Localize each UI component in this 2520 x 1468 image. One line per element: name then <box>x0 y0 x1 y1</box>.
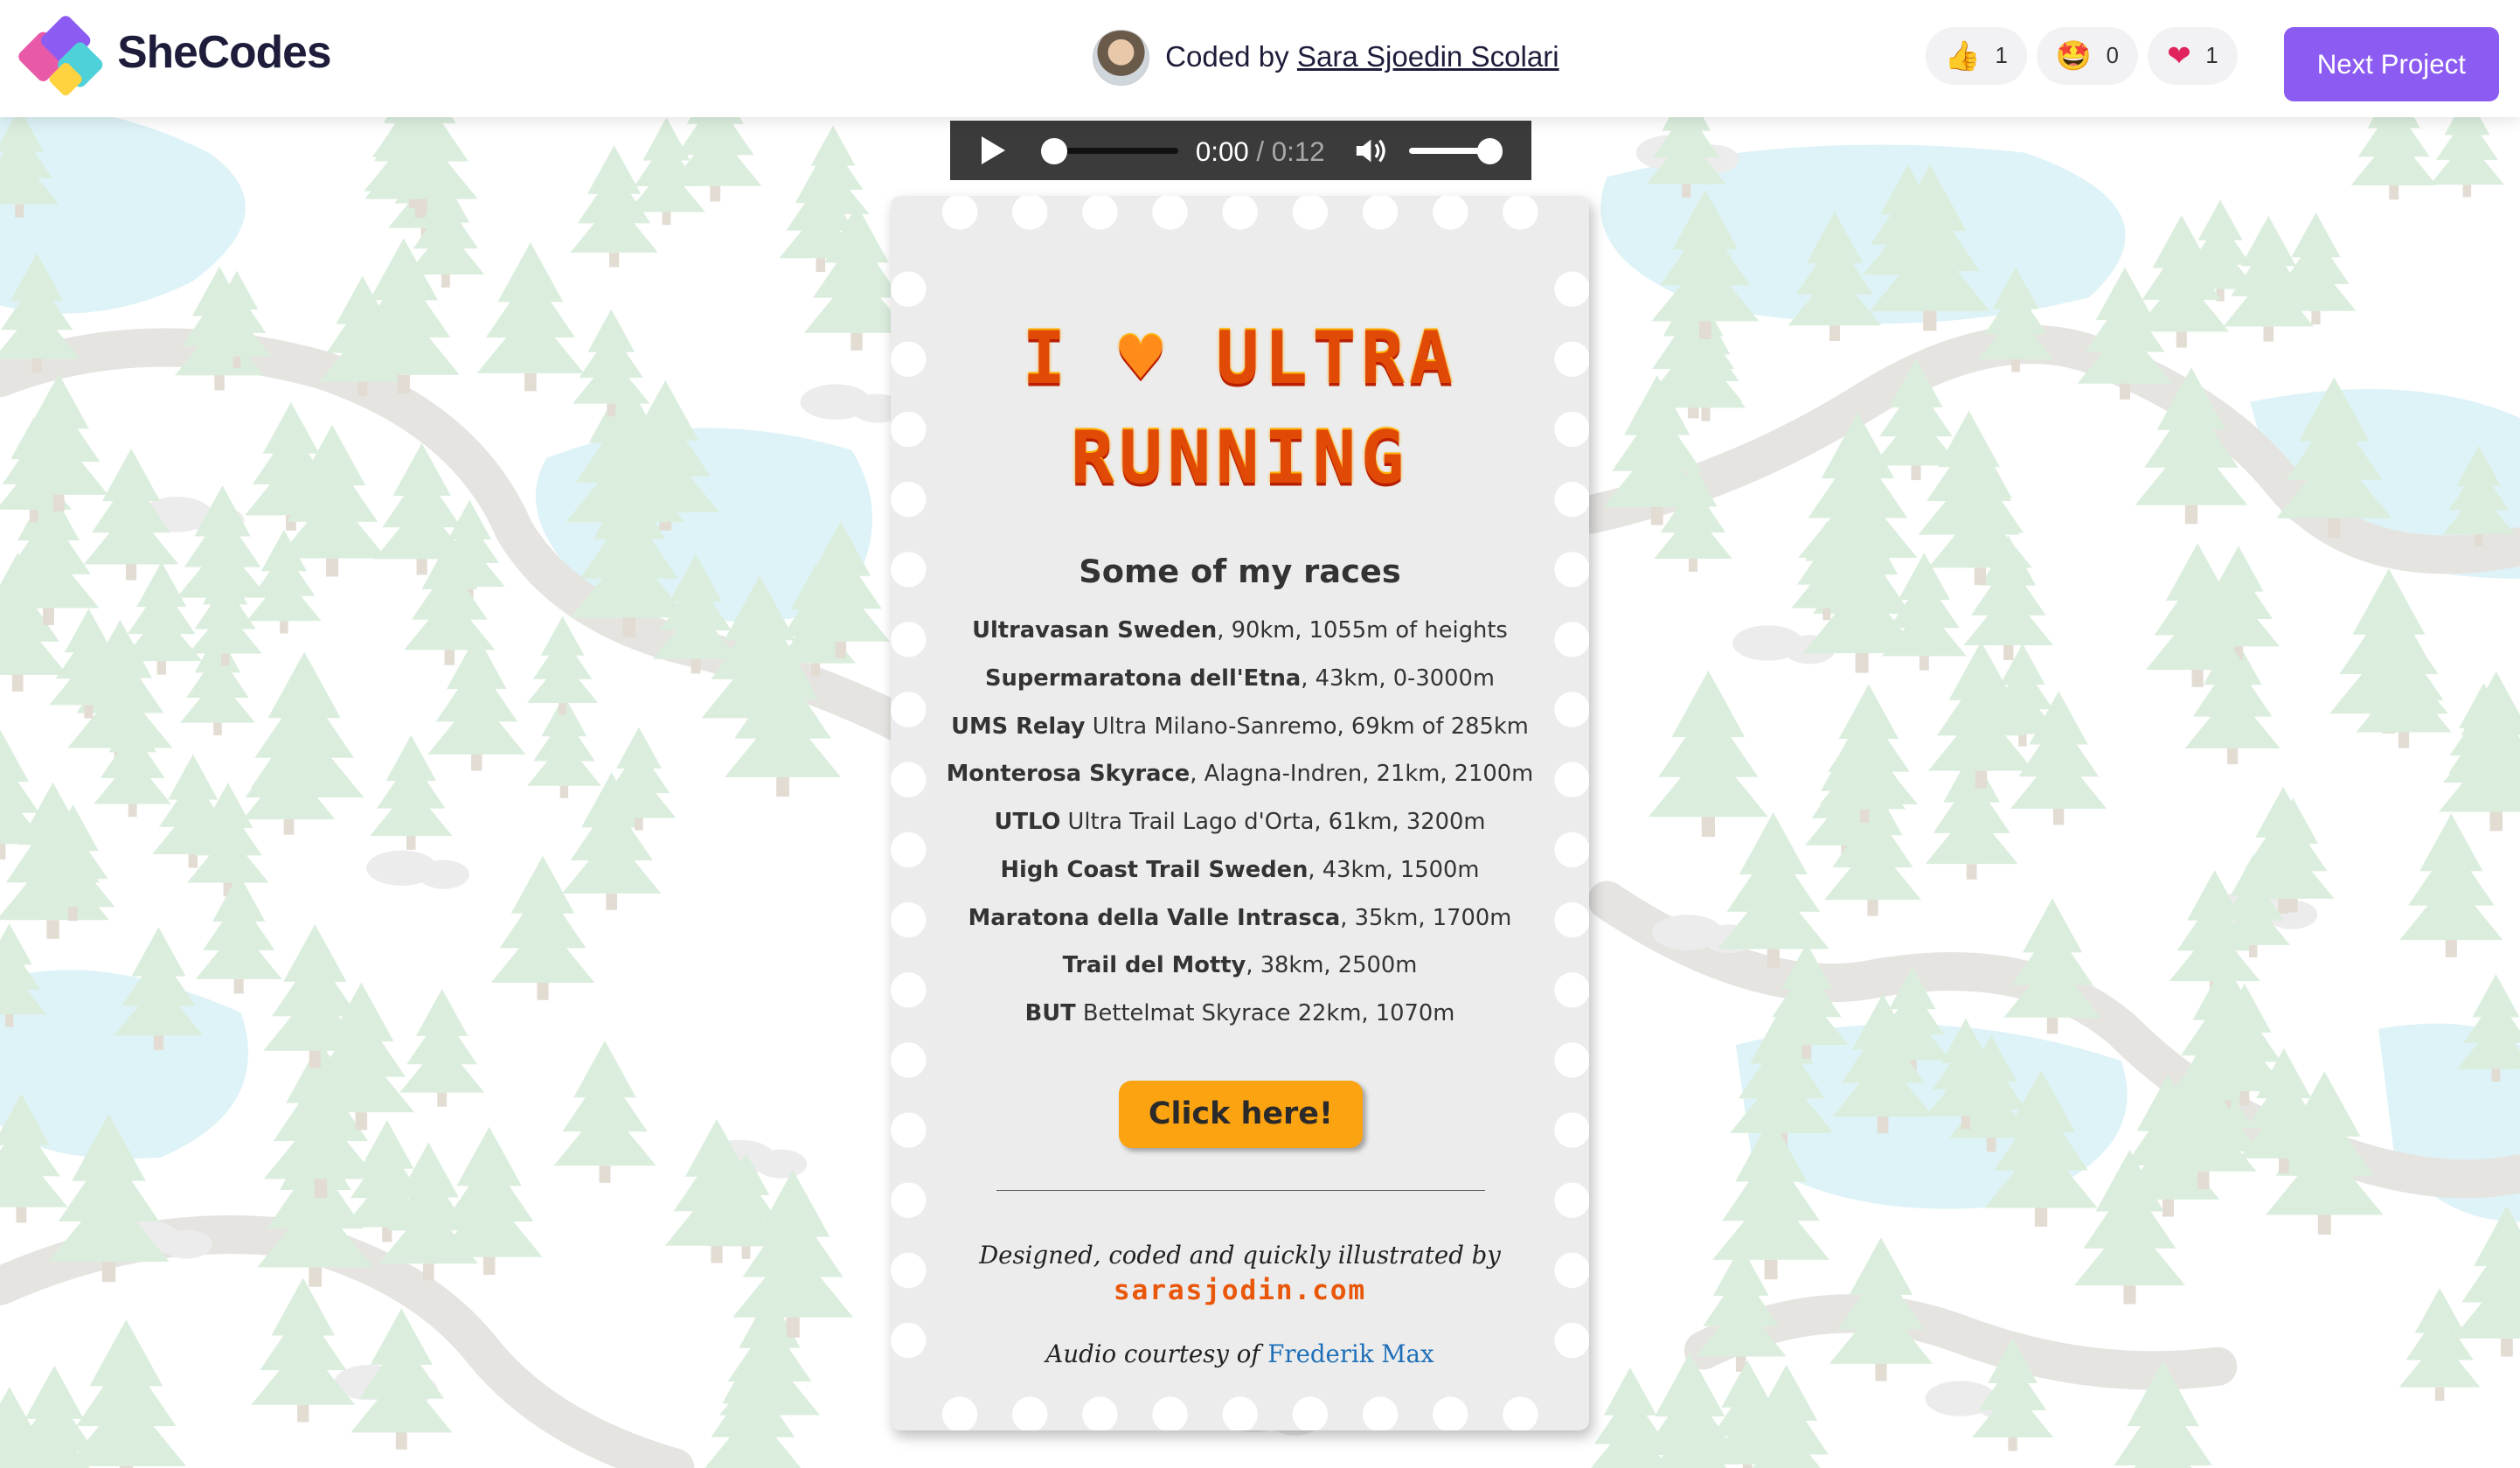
perforation-hole <box>890 1182 927 1219</box>
list-item: High Coast Trail Sweden, 43km, 1500m <box>1000 856 1480 883</box>
title-ultra: ULTRA <box>1215 315 1458 400</box>
credit-text: Designed, coded and quickly illustrated … <box>979 1241 1501 1270</box>
coded-by: Coded by Sara Sjoedin Scolari <box>1093 29 1559 87</box>
heart-icon: ♥ <box>1119 315 1168 400</box>
author-link[interactable]: Sara Sjoedin Scolari <box>1297 41 1559 74</box>
list-item: BUT Bettelmat Skyrace 22km, 1070m <box>1024 1000 1455 1027</box>
brand-name[interactable]: SheCodes <box>117 25 331 78</box>
perforation-hole <box>890 1112 927 1149</box>
audio-credit-prefix: Audio courtesy of <box>1045 1339 1260 1368</box>
list-item: Trail del Motty, 38km, 2500m <box>1062 952 1418 979</box>
perforation-hole <box>1432 196 1468 230</box>
perforation-hole <box>1362 1396 1398 1431</box>
perforation-hole <box>1011 1396 1048 1431</box>
seek-handle[interactable] <box>1041 138 1067 164</box>
perforation-hole <box>1011 196 1048 230</box>
perforation-hole <box>890 271 927 308</box>
page-title: I ♥ ULTRA RUNNING <box>891 309 1590 508</box>
perforation-hole <box>941 1396 977 1431</box>
divider <box>996 1189 1485 1191</box>
audio-credit: Audio courtesy of Frederik Max <box>891 1339 1590 1368</box>
current-time: 0:00 <box>1195 136 1249 168</box>
top-bar: SheCodes Coded by Sara Sjoedin Scolari 👍… <box>0 0 2520 118</box>
reaction-heart[interactable]: ❤ 1 <box>2148 27 2238 86</box>
thumbs-up-icon: 👍 <box>1944 39 1981 73</box>
reaction-count: 0 <box>2106 43 2119 68</box>
perforation-hole <box>1151 1396 1188 1431</box>
perforation-hole <box>1081 196 1118 230</box>
rock <box>160 1229 212 1259</box>
list-item: Monterosa Skyrace, Alagna-Indren, 21km, … <box>946 761 1534 788</box>
perforation-hole <box>1222 196 1258 230</box>
audio-player: 0:00 / 0:12 <box>949 120 1532 180</box>
perforation-hole <box>1362 196 1398 230</box>
avatar[interactable] <box>1093 29 1149 87</box>
reaction-thumbs-up[interactable]: 👍 1 <box>1925 27 2027 86</box>
shecodes-logo-icon[interactable] <box>17 15 114 101</box>
perforation-hole <box>1292 196 1328 230</box>
coded-by-prefix: Coded by <box>1165 41 1289 74</box>
section-heading: Some of my races <box>1079 553 1401 591</box>
rock <box>418 859 469 889</box>
audio-credit-link[interactable]: Frederik Max <box>1267 1339 1434 1368</box>
list-item: UMS Relay Ultra Milano-Sanremo, 69km of … <box>951 713 1529 740</box>
time-display: 0:00 / 0:12 <box>1196 136 1325 168</box>
list-item: Maratona della Valle Intrasca, 35km, 170… <box>968 904 1512 931</box>
star-struck-icon: 🤩 <box>2055 39 2093 73</box>
perforation-hole <box>1553 1182 1590 1219</box>
reactions: 👍 1 🤩 0 ❤ 1 <box>1925 27 2238 86</box>
duration: / 0:12 <box>1256 136 1325 168</box>
play-icon[interactable] <box>982 136 1005 165</box>
rock <box>755 1149 807 1179</box>
perforation-hole <box>1081 1396 1118 1431</box>
list-item: UTLO Ultra Trail Lago d'Orta, 61km, 3200… <box>994 809 1486 836</box>
site-link[interactable]: sarasjodin.com <box>891 1275 1590 1306</box>
race-list: Ultravasan Sweden, 90km, 1055m of height… <box>891 617 1590 1048</box>
perforation-hole <box>1553 271 1590 308</box>
list-item: Ultravasan Sweden, 90km, 1055m of height… <box>972 617 1508 644</box>
heart-icon: ❤ <box>2167 39 2191 73</box>
perforation-hole <box>1292 1396 1328 1431</box>
volume-handle[interactable] <box>1476 138 1503 164</box>
reaction-star-struck[interactable]: 🤩 0 <box>2036 27 2139 86</box>
click-here-button[interactable]: Click here! <box>1118 1080 1364 1148</box>
ticket-card: I ♥ ULTRA RUNNING Some of my races Ultra… <box>890 196 1590 1431</box>
perforation-hole <box>1502 196 1538 230</box>
title-running: RUNNING <box>1070 414 1410 500</box>
volume-icon[interactable] <box>1355 136 1387 165</box>
reaction-count: 1 <box>1995 43 2008 68</box>
perforation-hole <box>1432 1396 1468 1431</box>
perforation-hole <box>1553 1112 1590 1149</box>
list-item: Supermaratona dell'Etna, 43km, 0-3000m <box>985 664 1495 692</box>
perforation-hole <box>941 196 977 230</box>
title-i: I <box>1022 315 1071 400</box>
next-project-button[interactable]: Next Project <box>2283 27 2499 101</box>
perforation-hole <box>1502 1396 1538 1431</box>
perforation-hole <box>1222 1396 1258 1431</box>
perforation-hole <box>1151 196 1188 230</box>
reaction-count: 1 <box>2205 43 2218 68</box>
